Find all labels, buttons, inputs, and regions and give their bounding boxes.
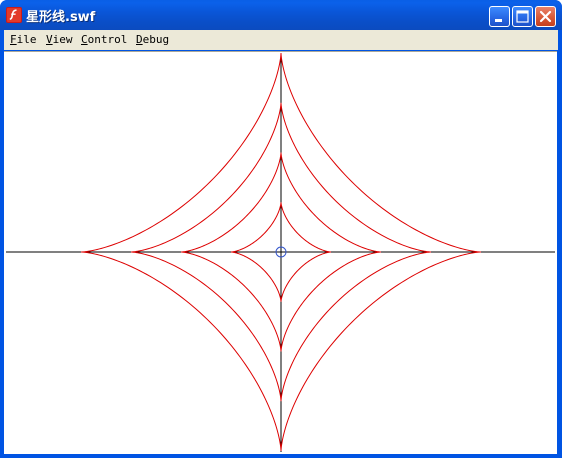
menu-control-label: ontrol	[87, 33, 128, 46]
menu-control[interactable]: Control	[81, 33, 127, 46]
menu-debug-label: ebug	[142, 33, 170, 46]
player-window: 星形线.swf File View Control Debug	[0, 0, 562, 458]
flash-stage[interactable]	[4, 51, 557, 454]
menu-view-label: iew	[52, 33, 73, 46]
menu-file-accel: F	[10, 33, 17, 46]
menu-file-label: ile	[16, 33, 37, 46]
title-bar[interactable]: 星形线.swf	[0, 0, 562, 30]
menu-bar: File View Control Debug	[4, 30, 558, 50]
close-icon	[539, 10, 552, 23]
menu-control-accel: C	[81, 33, 88, 46]
maximize-button[interactable]	[512, 6, 533, 27]
close-button[interactable]	[535, 6, 556, 27]
menu-debug-accel: D	[136, 33, 143, 46]
menu-file[interactable]: File	[10, 33, 37, 46]
menu-debug[interactable]: Debug	[136, 33, 169, 46]
minimize-button[interactable]	[489, 6, 510, 27]
maximize-icon	[516, 10, 529, 23]
menu-view[interactable]: View	[46, 33, 73, 46]
menu-view-accel: V	[46, 33, 53, 46]
flash-player-icon[interactable]	[6, 7, 22, 23]
minimize-icon	[495, 19, 502, 22]
astroid-drawing	[6, 53, 555, 452]
window-title: 星形线.swf	[26, 10, 96, 25]
